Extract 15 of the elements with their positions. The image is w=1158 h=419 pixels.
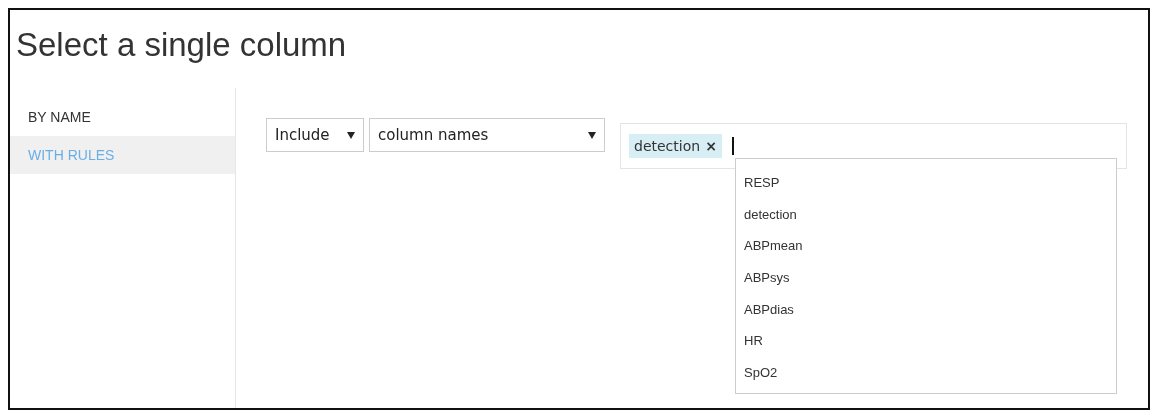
suggestion-item[interactable]: ABPmean: [736, 230, 1116, 263]
caret-icon: [347, 131, 355, 139]
sidebar-tab[interactable]: BY NAME: [10, 98, 235, 136]
remove-tag-button[interactable]: ×: [705, 138, 717, 154]
column-tag: detection ×: [629, 134, 722, 158]
suggestion-item[interactable]: HR: [736, 325, 1116, 358]
suggestion-item[interactable]: detection: [736, 198, 1116, 231]
column-type-dropdown[interactable]: column names: [369, 118, 605, 152]
mode-dropdown[interactable]: Include: [266, 118, 364, 152]
suggestion-item[interactable]: RESP: [736, 167, 1116, 199]
suggestion-item[interactable]: SpO2: [736, 357, 1116, 389]
dialog-title: Select a single column: [16, 26, 347, 65]
caret-icon: [588, 131, 596, 139]
suggestion-item[interactable]: ABPdias: [736, 293, 1116, 326]
suggestion-item[interactable]: ABPsys: [736, 262, 1116, 294]
